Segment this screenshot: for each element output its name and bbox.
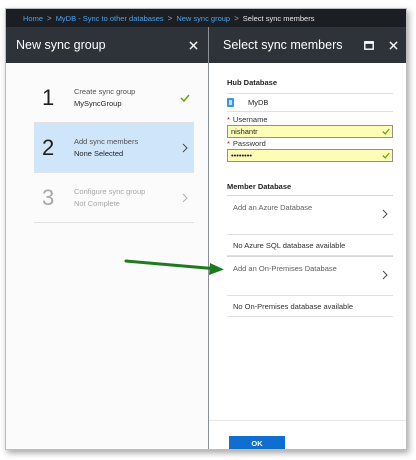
password-label-text: Password xyxy=(232,139,266,148)
password-label: * Password xyxy=(227,139,266,148)
step-create-sync-group[interactable]: 1 Create sync group MySyncGroup xyxy=(34,73,194,123)
step-subtitle: Not Complete xyxy=(74,199,120,208)
step-number: 3 xyxy=(42,184,55,210)
breadcrumb-separator: > xyxy=(234,13,239,23)
database-icon xyxy=(227,94,234,112)
username-label-text: Username xyxy=(232,115,268,124)
add-azure-database-label: Add an Azure Database xyxy=(233,202,313,212)
footer-divider xyxy=(209,420,406,421)
right-blade-title: Select sync members xyxy=(223,38,343,52)
portal-window: Home > MyDB - Sync to other databases > … xyxy=(5,8,407,450)
breadcrumb: Home > MyDB - Sync to other databases > … xyxy=(6,9,406,27)
password-field[interactable]: •••••••• xyxy=(227,149,393,162)
step-configure-sync-group: 3 Configure sync group Not Complete xyxy=(34,173,194,223)
checkmark-icon xyxy=(380,128,392,135)
hub-database-row: MyDB xyxy=(227,93,393,112)
azure-database-status: No Azure SQL database available xyxy=(227,234,393,256)
step-subtitle: MySyncGroup xyxy=(74,99,122,108)
breadcrumb-separator: > xyxy=(167,13,173,23)
chevron-right-icon xyxy=(176,193,194,203)
step-title: Create sync group xyxy=(74,87,136,96)
onprem-database-status: No On-Premises database available xyxy=(227,295,393,317)
right-blade-body: Hub Database MyDB * Username nishantr * Pa… xyxy=(209,63,406,449)
close-icon[interactable] xyxy=(384,36,402,54)
step-title: Configure sync group xyxy=(74,187,146,196)
checkmark-icon xyxy=(380,152,392,159)
chevron-right-icon xyxy=(377,270,393,280)
step-subtitle: None Selected xyxy=(74,149,124,158)
member-database-heading: Member Database xyxy=(227,182,292,191)
required-mark: * xyxy=(227,139,230,148)
breadcrumb-new-sync-group[interactable]: New sync group xyxy=(176,14,230,23)
chevron-right-icon xyxy=(176,143,194,153)
add-azure-database-button[interactable]: Add an Azure Database xyxy=(227,195,393,232)
add-onprem-database-label: Add an On-Premises Database xyxy=(233,263,337,273)
step-number: 1 xyxy=(42,84,55,110)
hub-database-name: MyDB xyxy=(248,98,269,107)
close-icon[interactable] xyxy=(184,36,202,54)
chevron-right-icon xyxy=(377,209,393,219)
maximize-icon[interactable] xyxy=(360,36,378,54)
checkmark-icon xyxy=(176,94,194,102)
step-title: Add sync members xyxy=(74,137,139,146)
username-field[interactable]: nishantr xyxy=(227,125,393,138)
add-onprem-database-button[interactable]: Add an On-Premises Database xyxy=(227,256,393,293)
hub-database-heading: Hub Database xyxy=(227,78,278,87)
username-value: nishantr xyxy=(231,127,258,136)
breadcrumb-mydb-sync[interactable]: MyDB - Sync to other databases xyxy=(56,14,164,23)
breadcrumb-separator: > xyxy=(47,13,52,23)
password-value: •••••••• xyxy=(231,151,253,160)
breadcrumb-home[interactable]: Home xyxy=(23,14,43,23)
left-blade-body: 1 Create sync group MySyncGroup 2 Add sy… xyxy=(6,63,208,449)
breadcrumb-current: Select sync members xyxy=(242,13,315,23)
left-blade-title: New sync group xyxy=(16,38,106,52)
required-mark: * xyxy=(227,115,230,124)
step-add-sync-members[interactable]: 2 Add sync members None Selected xyxy=(34,123,194,173)
username-label: * Username xyxy=(227,115,268,124)
ok-button[interactable]: OK xyxy=(229,436,285,449)
left-blade-header: New sync group xyxy=(6,27,208,63)
step-number: 2 xyxy=(42,134,55,160)
right-blade-header: Select sync members xyxy=(209,27,406,63)
